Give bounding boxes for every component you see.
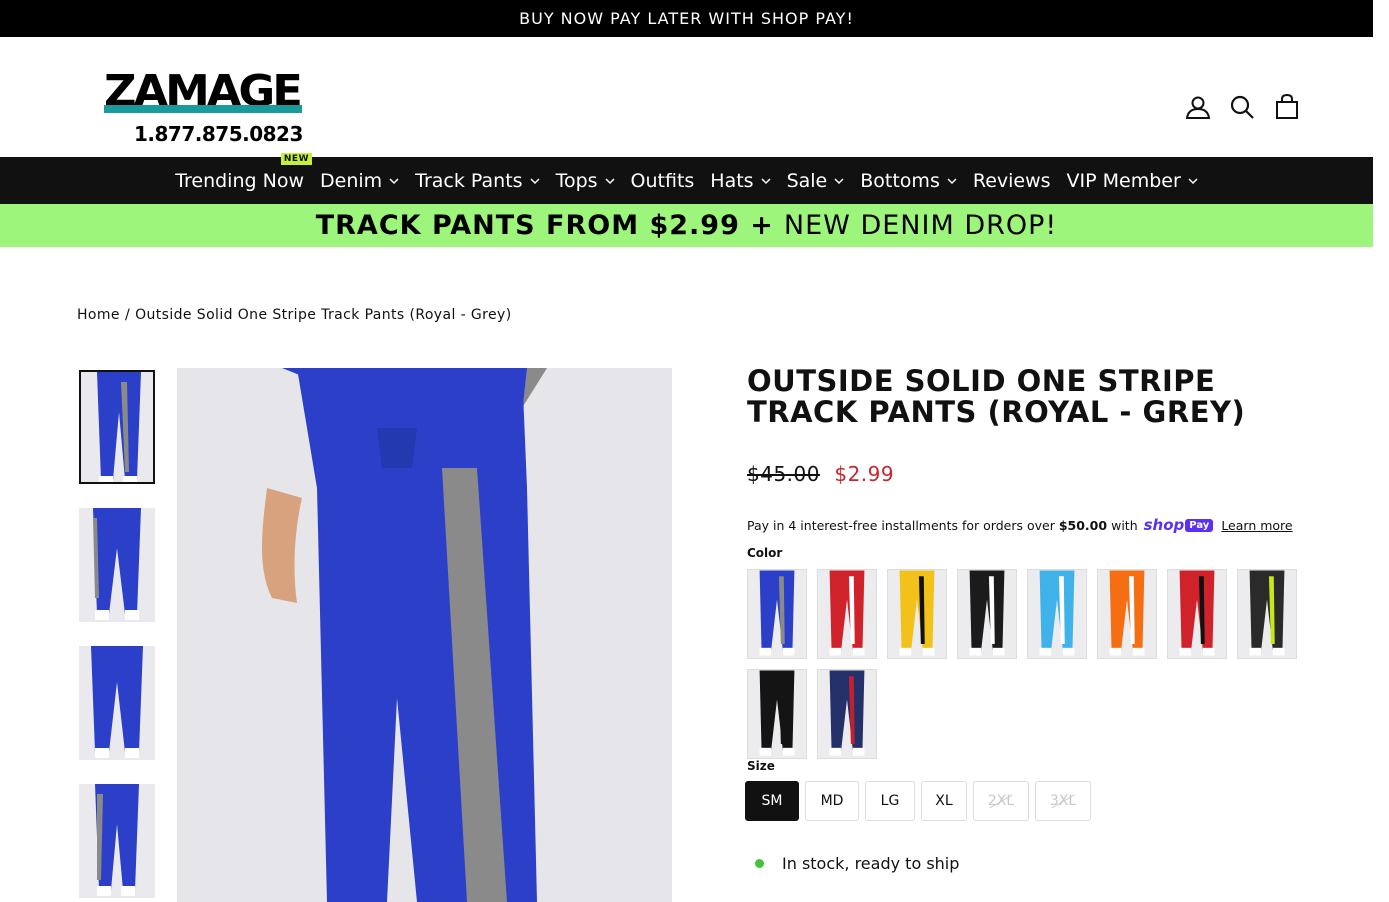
nav-item-track-pants[interactable]: Track Pants	[407, 170, 547, 192]
in-stock-dot	[755, 859, 764, 868]
breadcrumb: Home / Outside Solid One Stripe Track Pant…	[77, 307, 512, 323]
size-option-md[interactable]: MD	[805, 781, 859, 821]
promo-normal-text: NEW DENIM DROP!	[783, 210, 1058, 241]
breadcrumb-home-link[interactable]: Home	[77, 307, 120, 323]
main-nav: Trending Now NEW Denim Track Pants Tops …	[0, 152, 1373, 204]
shoppay-with: with	[1111, 517, 1138, 533]
account-icon[interactable]	[1184, 93, 1212, 121]
nav-label: Outfits	[630, 169, 695, 192]
nav-item-bottoms[interactable]: Bottoms	[852, 170, 965, 192]
nav-label: Trending Now	[175, 169, 304, 192]
chevron-down-icon	[605, 177, 615, 184]
chevron-down-icon	[761, 177, 771, 184]
chevron-down-icon	[834, 177, 844, 184]
chevron-down-icon	[530, 177, 540, 184]
size-label-text: XL	[935, 793, 953, 809]
nav-item-trending-now[interactable]: Trending Now NEW	[167, 152, 312, 192]
product-thumbnail[interactable]	[79, 370, 155, 484]
nav-item-hats[interactable]: Hats	[702, 170, 778, 192]
color-label: Color	[747, 546, 783, 560]
product-main-image[interactable]	[177, 368, 672, 902]
compare-price: $45.00	[747, 462, 820, 486]
size-option-sm[interactable]: SM	[745, 781, 799, 821]
size-label: Size	[747, 759, 775, 773]
logo-accent-bar	[104, 105, 302, 113]
nav-label: Hats	[710, 169, 754, 192]
stock-text: In stock, ready to ship	[782, 854, 960, 873]
announcement-text: BUY NOW PAY LATER WITH SHOP PAY!	[519, 9, 854, 28]
sale-price: $2.99	[834, 462, 895, 486]
stock-status: In stock, ready to ship	[755, 854, 959, 873]
nav-label: Sale	[786, 169, 828, 192]
size-option-lg[interactable]: LG	[865, 781, 915, 821]
shoppay-logo-shop: shop	[1143, 516, 1185, 534]
nav-item-vip-member[interactable]: VIP Member	[1059, 170, 1206, 192]
product-info: OUTSIDE SOLID ONE STRIPE TRACK PANTS (RO…	[745, 364, 1307, 873]
nav-label: Track Pants	[415, 169, 523, 192]
color-swatch[interactable]	[887, 569, 947, 659]
color-swatch[interactable]	[1237, 569, 1297, 659]
search-icon[interactable]	[1228, 93, 1256, 121]
color-swatch[interactable]	[1027, 569, 1087, 659]
nav-label: VIP Member	[1066, 169, 1181, 192]
announcement-bar: BUY NOW PAY LATER WITH SHOP PAY!	[0, 0, 1373, 37]
shoppay-text: Pay in 4 interest-free installments for …	[747, 517, 1055, 533]
color-swatch[interactable]	[747, 569, 807, 659]
color-swatch[interactable]	[1097, 569, 1157, 659]
size-label-text: LG	[880, 793, 900, 809]
color-swatch[interactable]	[817, 669, 877, 759]
site-header: ZAMAGE 1.877.875.0823	[0, 37, 1373, 157]
nav-item-sale[interactable]: Sale	[779, 170, 853, 192]
nav-label: Bottoms	[860, 169, 940, 192]
chevron-down-icon	[389, 177, 399, 184]
shoppay-installments: Pay in 4 interest-free installments for …	[747, 516, 1293, 534]
product-thumbnail[interactable]	[79, 508, 155, 622]
nav-item-tops[interactable]: Tops	[548, 170, 623, 192]
product-price: $45.00 $2.99	[747, 462, 894, 486]
size-option-xl[interactable]: XL	[921, 781, 967, 821]
nav-item-denim[interactable]: Denim	[312, 170, 407, 192]
product-thumbnail[interactable]	[79, 784, 155, 898]
promo-banner[interactable]: TRACK PANTS FROM $2.99 + NEW DENIM DROP!	[0, 204, 1373, 247]
cart-icon[interactable]	[1273, 93, 1301, 121]
color-swatch[interactable]	[817, 569, 877, 659]
learn-more-link[interactable]: Learn more	[1221, 518, 1292, 533]
color-swatch[interactable]	[957, 569, 1017, 659]
logo[interactable]: ZAMAGE 1.877.875.0823	[104, 70, 303, 146]
color-swatch[interactable]	[747, 669, 807, 759]
nav-label: Tops	[555, 169, 598, 192]
nav-label: Denim	[320, 169, 383, 192]
shoppay-logo: shop Pay	[1144, 516, 1214, 534]
nav-label: Reviews	[972, 169, 1051, 192]
shoppay-logo-pay: Pay	[1185, 518, 1214, 532]
size-option-3xl[interactable]: 3XL	[1035, 781, 1091, 821]
nav-item-outfits[interactable]: Outfits	[623, 170, 703, 192]
breadcrumb-current: Outside Solid One Stripe Track Pants (Ro…	[135, 307, 512, 323]
size-option-2xl[interactable]: 2XL	[973, 781, 1029, 821]
color-swatch[interactable]	[1167, 569, 1227, 659]
shoppay-amount: $50.00	[1058, 517, 1108, 533]
product-thumbnail[interactable]	[79, 646, 155, 760]
size-label-text: SM	[761, 793, 783, 809]
logo-phone: 1.877.875.0823	[134, 122, 303, 146]
breadcrumb-separator: /	[124, 307, 131, 323]
product-title: OUTSIDE SOLID ONE STRIPE TRACK PANTS (RO…	[747, 364, 1246, 429]
new-badge: NEW	[280, 152, 312, 165]
size-label-text: MD	[820, 793, 844, 809]
chevron-down-icon	[1188, 177, 1198, 184]
nav-item-reviews[interactable]: Reviews	[965, 170, 1059, 192]
chevron-down-icon	[947, 177, 957, 184]
promo-bold-text: TRACK PANTS FROM $2.99 +	[315, 210, 774, 241]
